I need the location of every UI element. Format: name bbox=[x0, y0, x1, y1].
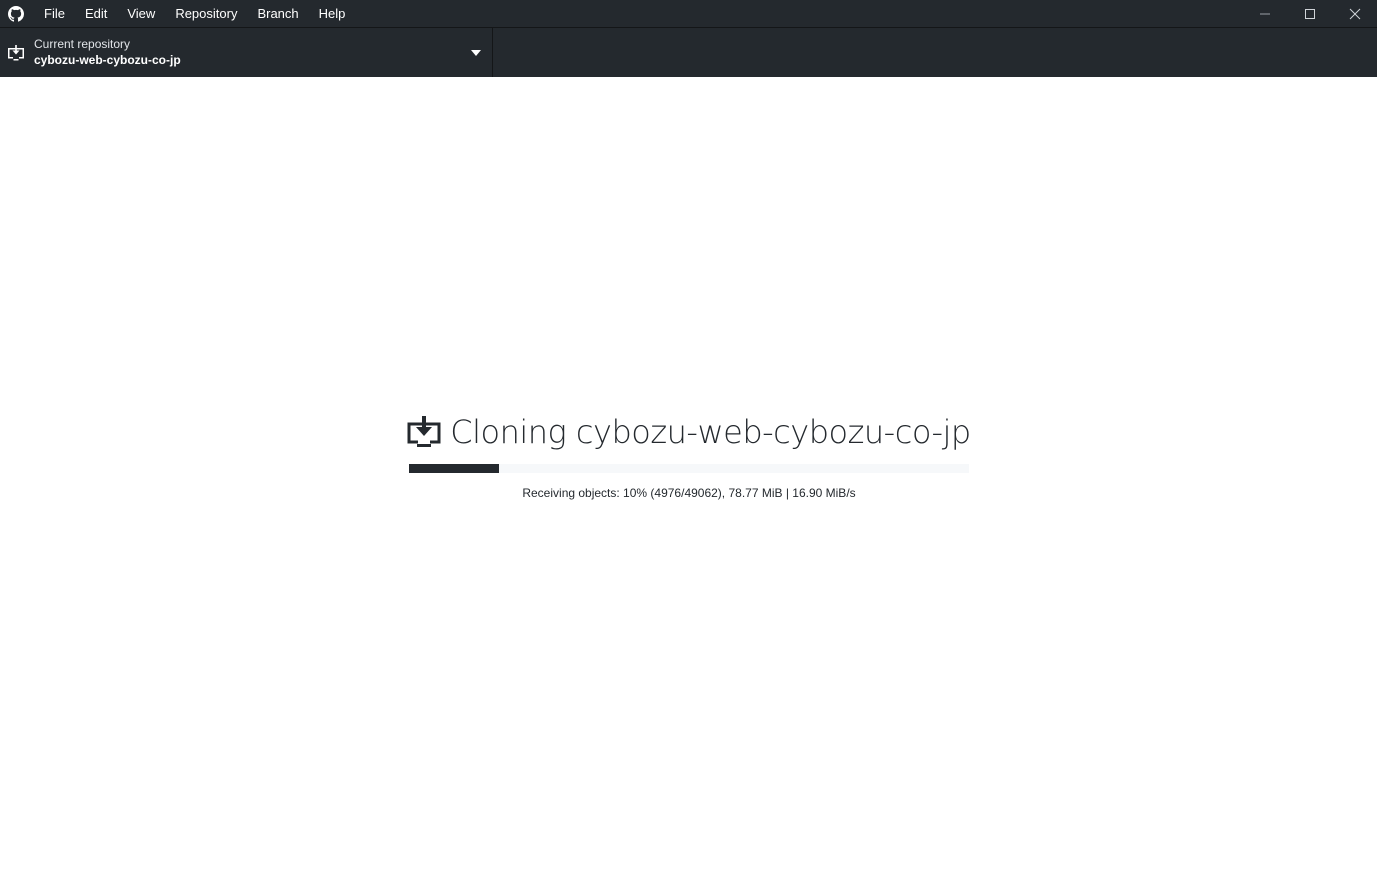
triangle-down-icon bbox=[470, 47, 482, 59]
minimize-icon bbox=[1259, 13, 1270, 14]
repo-clone-icon bbox=[0, 28, 32, 77]
repo-text: Current repository cybozu-web-cybozu-co-… bbox=[34, 37, 181, 69]
menu-repository[interactable]: Repository bbox=[165, 0, 247, 27]
window-controls bbox=[1242, 0, 1377, 27]
clone-progress-bar bbox=[409, 464, 969, 473]
clone-title: Cloning cybozu-web-cybozu-co-jp bbox=[450, 413, 971, 451]
title-bar: File Edit View Repository Branch Help bbox=[0, 0, 1377, 27]
repo-clone-icon bbox=[407, 415, 441, 449]
clone-progress-panel: Cloning cybozu-web-cybozu-co-jp Receivin… bbox=[407, 410, 971, 500]
current-repository-button[interactable]: Current repository cybozu-web-cybozu-co-… bbox=[0, 28, 493, 77]
repo-name: cybozu-web-cybozu-co-jp bbox=[34, 52, 181, 67]
repo-label: Current repository bbox=[34, 36, 131, 51]
menu-bar: File Edit View Repository Branch Help bbox=[34, 0, 355, 27]
clone-progress-description: Receiving objects: 10% (4976/49062), 78.… bbox=[522, 486, 856, 500]
menu-view[interactable]: View bbox=[117, 0, 165, 27]
minimize-button[interactable] bbox=[1242, 0, 1287, 27]
close-icon bbox=[1349, 8, 1360, 19]
menu-edit[interactable]: Edit bbox=[75, 0, 117, 27]
clone-title-row: Cloning cybozu-web-cybozu-co-jp bbox=[407, 410, 971, 454]
clone-progress-fill bbox=[409, 464, 499, 473]
menu-branch[interactable]: Branch bbox=[247, 0, 308, 27]
github-logo-icon bbox=[0, 0, 32, 27]
maximize-button[interactable] bbox=[1287, 0, 1332, 27]
maximize-icon bbox=[1304, 8, 1315, 19]
toolbar: Current repository cybozu-web-cybozu-co-… bbox=[0, 27, 1377, 77]
menu-file[interactable]: File bbox=[34, 0, 75, 27]
menu-help[interactable]: Help bbox=[309, 0, 356, 27]
close-button[interactable] bbox=[1332, 0, 1377, 27]
